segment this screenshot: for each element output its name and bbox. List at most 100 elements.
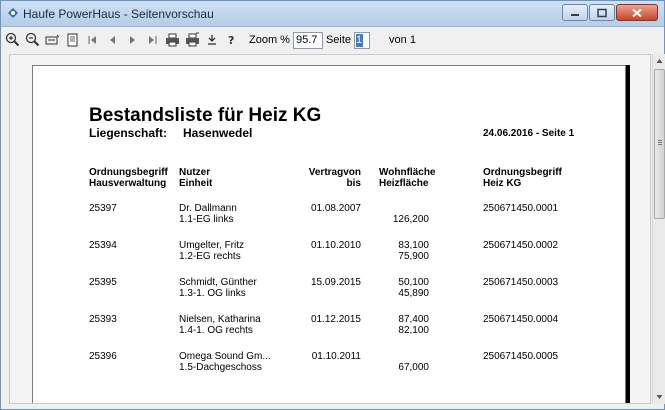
header-line: Ordnungsbegriff (89, 167, 168, 178)
svg-text:?: ? (228, 34, 234, 47)
maximize-button[interactable] (589, 4, 615, 21)
row-4-wohnflaeche: 87,400 (398, 314, 429, 325)
next-page-button[interactable] (125, 32, 140, 48)
row-1-from: 01.08.2007 (310, 203, 361, 214)
row-3-from: 15.09.2015 (310, 277, 361, 288)
vertical-scrollbar[interactable] (652, 54, 665, 404)
header-line: Heiz KG (483, 178, 522, 189)
row-2-ref: 250671450.0002 (483, 240, 559, 251)
row-2-name: Umgelter, Fritz (179, 240, 245, 251)
row-4-id: 25393 (89, 314, 117, 325)
page-input-value: 1 (356, 33, 364, 47)
app-icon (7, 7, 19, 19)
header-line: Wohnfläche (379, 167, 436, 178)
row-2-unit: 1.2-EG rechts (179, 251, 241, 262)
page-count-label: von 1 (389, 34, 416, 46)
row-5-heizflaeche: 67,000 (398, 362, 429, 373)
row-3-name: Schmidt, Günther (179, 277, 257, 288)
export-icon (208, 35, 216, 45)
last-page-icon (149, 36, 157, 44)
page-width-icon (45, 34, 60, 45)
header-line: Ordnungsbegriff (483, 167, 562, 178)
row-1-name: Dr. Dallmann (179, 203, 237, 214)
arrow-down-icon (656, 395, 663, 399)
header-nutzer: Nutzer Einheit (179, 167, 212, 189)
zoom-label: Zoom % (249, 34, 290, 46)
print-button[interactable] (165, 32, 180, 48)
header-vertrag: Vertragvon bis (287, 167, 361, 189)
scroll-thumb[interactable] (654, 69, 665, 219)
last-page-button[interactable] (145, 32, 160, 48)
scroll-down-button[interactable] (653, 390, 665, 404)
close-button[interactable] (616, 4, 658, 21)
header-line: Einheit (179, 178, 213, 189)
printer-icon (166, 33, 179, 47)
row-4-heizflaeche: 82,100 (398, 325, 429, 336)
preview-window: Haufe PowerHaus - Seitenvorschau ? Zoom … (0, 0, 665, 410)
first-page-button[interactable] (85, 32, 100, 48)
help-button[interactable]: ? (225, 32, 240, 48)
title-bar[interactable]: Haufe PowerHaus - Seitenvorschau (1, 1, 664, 27)
row-4-unit: 1.4-1. OG rechts (179, 325, 253, 336)
header-flaeche: Wohnfläche Heizfläche (379, 167, 435, 189)
grip-icon (658, 140, 662, 141)
zoom-in-icon (5, 32, 20, 47)
export-button[interactable] (205, 32, 220, 48)
row-4-name: Nielsen, Katharina (179, 314, 261, 325)
help-icon: ? (228, 34, 234, 47)
row-5-from: 01.10.2011 (311, 351, 361, 362)
preview-area[interactable]: Bestandsliste für Heiz KG Liegenschaft: … (9, 54, 651, 404)
row-2-id: 25394 (89, 240, 117, 251)
row-1-unit: 1.1-EG links (179, 214, 234, 225)
first-page-icon (88, 36, 96, 44)
row-4-ref: 250671450.0004 (483, 314, 559, 325)
header-line: Nutzer (179, 167, 211, 178)
header-line: Hausverwaltung (89, 178, 167, 189)
header-line: bis (346, 178, 361, 189)
close-icon (632, 8, 642, 17)
header-ordnungsbegriff-kg: Ordnungsbegriff Heiz KG (483, 167, 562, 189)
row-2-wohnflaeche: 83,100 (398, 240, 429, 251)
page-label: Seite (325, 34, 352, 46)
arrow-up-icon (656, 59, 663, 63)
row-2-from: 01.10.2010 (310, 240, 361, 251)
row-3-wohnflaeche: 50,100 (398, 277, 429, 288)
row-1-id: 25397 (89, 203, 117, 214)
header-line: Vertragvon (308, 167, 361, 178)
fit-width-button[interactable] (45, 32, 60, 48)
row-3-ref: 250671450.0003 (483, 277, 559, 288)
row-3-heizflaeche: 45,890 (398, 288, 429, 299)
row-1-ref: 250671450.0001 (483, 203, 559, 214)
report-page: Bestandsliste für Heiz KG Liegenschaft: … (32, 65, 626, 403)
report-title: Bestandsliste für Heiz KG (89, 105, 322, 126)
row-5-ref: 250671450.0005 (483, 351, 559, 362)
previous-page-icon (110, 36, 115, 44)
zoom-in-button[interactable] (5, 32, 20, 48)
window-title: Haufe PowerHaus - Seitenvorschau (23, 7, 214, 21)
row-4-from: 01.12.2015 (310, 314, 361, 325)
minimize-button[interactable] (562, 4, 588, 21)
whole-page-button[interactable] (65, 32, 80, 48)
zoom-out-button[interactable] (25, 32, 40, 48)
header-ordnungsbegriff-hv: Ordnungsbegriff Hausverwaltung (89, 167, 168, 189)
maximize-icon (597, 8, 607, 17)
row-2-heizflaeche: 75,900 (398, 251, 429, 262)
preview-toolbar: ? Zoom % Seite 1 von 1 (1, 28, 664, 52)
next-page-icon (130, 36, 135, 44)
property-label: Liegenschaft: (89, 126, 168, 140)
zoom-input[interactable] (292, 31, 323, 49)
header-line: Heizfläche (379, 178, 429, 189)
zoom-out-icon (25, 32, 40, 47)
property-value: Hasenwedel (183, 126, 253, 140)
page-input[interactable]: 1 (354, 31, 371, 49)
previous-page-button[interactable] (105, 32, 120, 48)
minimize-icon (571, 13, 579, 16)
row-3-unit: 1.3-1. OG links (179, 288, 246, 299)
row-3-id: 25395 (89, 277, 117, 288)
row-5-unit: 1.5-Dachgeschoss (179, 362, 262, 373)
printer-setup-icon (186, 32, 199, 47)
row-5-name: Omega Sound Gm... (179, 351, 271, 362)
print-setup-button[interactable] (185, 32, 200, 48)
scroll-up-button[interactable] (653, 54, 665, 68)
window-controls (561, 4, 658, 21)
